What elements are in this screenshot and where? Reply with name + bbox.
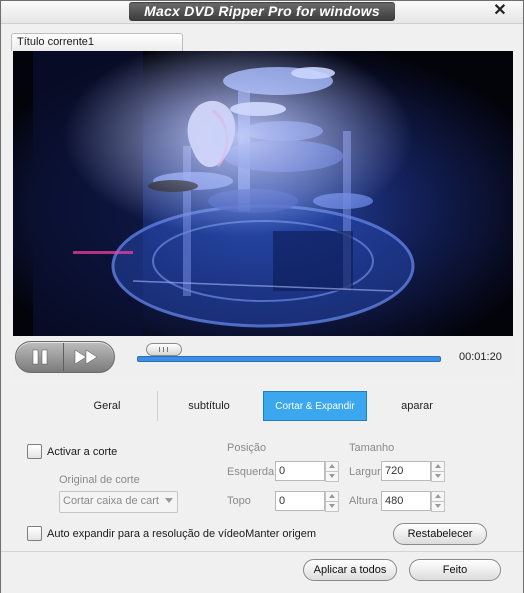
position-label: Posição [227,442,267,454]
tab-aparar[interactable]: aparar [367,391,467,421]
dialog-footer: Aplicar a todos Feito [1,551,523,593]
left-stepper[interactable]: 0 [275,461,339,482]
chevron-down-icon [165,498,173,503]
top-input[interactable]: 0 [275,491,325,511]
top-stepper[interactable]: 0 [275,491,339,512]
crop-source-dropdown[interactable]: Cortar caixa de cart [59,491,178,513]
video-frame-image [13,51,513,336]
tab-cortar-expandir[interactable]: Cortar & Expandir [263,391,367,421]
title-plate: Macx DVD Ripper Pro for windows [129,2,395,21]
pause-icon [32,349,48,365]
crop-source-label: Original de corte [59,474,140,486]
playback-button-group [15,341,115,373]
width-decrement-button[interactable] [431,471,445,482]
apply-all-button[interactable]: Aplicar a todos [303,559,397,581]
height-decrement-button[interactable] [431,501,445,512]
title-tab[interactable]: Título corrente1 [11,33,183,51]
auto-expand-checkbox[interactable] [27,526,42,541]
left-decrement-button[interactable] [325,471,339,482]
video-preview [13,51,513,336]
enable-crop-label: Activar a corte [47,446,118,458]
fast-forward-icon [74,349,98,365]
left-value: 0 [279,465,286,477]
size-label: Tamanho [349,442,395,454]
title-tab-label: Título corrente1 [17,36,95,48]
pause-button[interactable] [17,343,64,371]
settings-tabs: Geral subtítulo Cortar & Expandir aparar [57,391,461,421]
done-button[interactable]: Feito [409,559,501,581]
tab-subtitulo[interactable]: subtítulo [157,391,261,421]
top-label: Topo [227,495,251,507]
height-input[interactable]: 480 [381,491,431,511]
left-label: Esquerda [227,466,275,478]
seek-bar[interactable] [137,356,441,362]
crop-expand-panel: Activar a corte Original de corte Cortar… [11,427,515,553]
tab-geral[interactable]: Geral [57,391,158,421]
top-value: 0 [279,495,286,507]
close-icon[interactable]: ✕ [491,1,509,21]
reset-button[interactable]: Restabelecer [393,523,487,545]
title-bar[interactable]: Macx DVD Ripper Pro for windows ✕ [1,1,523,24]
height-value: 480 [385,495,404,507]
height-stepper[interactable]: 480 [381,491,445,512]
seek-handle[interactable] [146,343,182,356]
width-stepper[interactable]: 720 [381,461,445,482]
window-title: Macx DVD Ripper Pro for windows [144,3,380,19]
crop-source-value: Cortar caixa de cart [63,495,159,507]
width-value: 720 [385,465,404,477]
playback-controls: 00:01:20 [11,337,515,379]
fast-forward-button[interactable] [65,343,111,371]
auto-expand-label: Auto expandir para a resolução de vídeoM… [47,528,317,540]
height-label: Altura [349,495,378,507]
dialog-window: Macx DVD Ripper Pro for windows ✕ Título… [0,0,524,593]
top-decrement-button[interactable] [325,501,339,512]
width-input[interactable]: 720 [381,461,431,481]
width-label: Largur [349,466,381,478]
elapsed-time: 00:01:20 [459,351,502,363]
left-input[interactable]: 0 [275,461,325,481]
enable-crop-checkbox[interactable] [27,444,42,459]
